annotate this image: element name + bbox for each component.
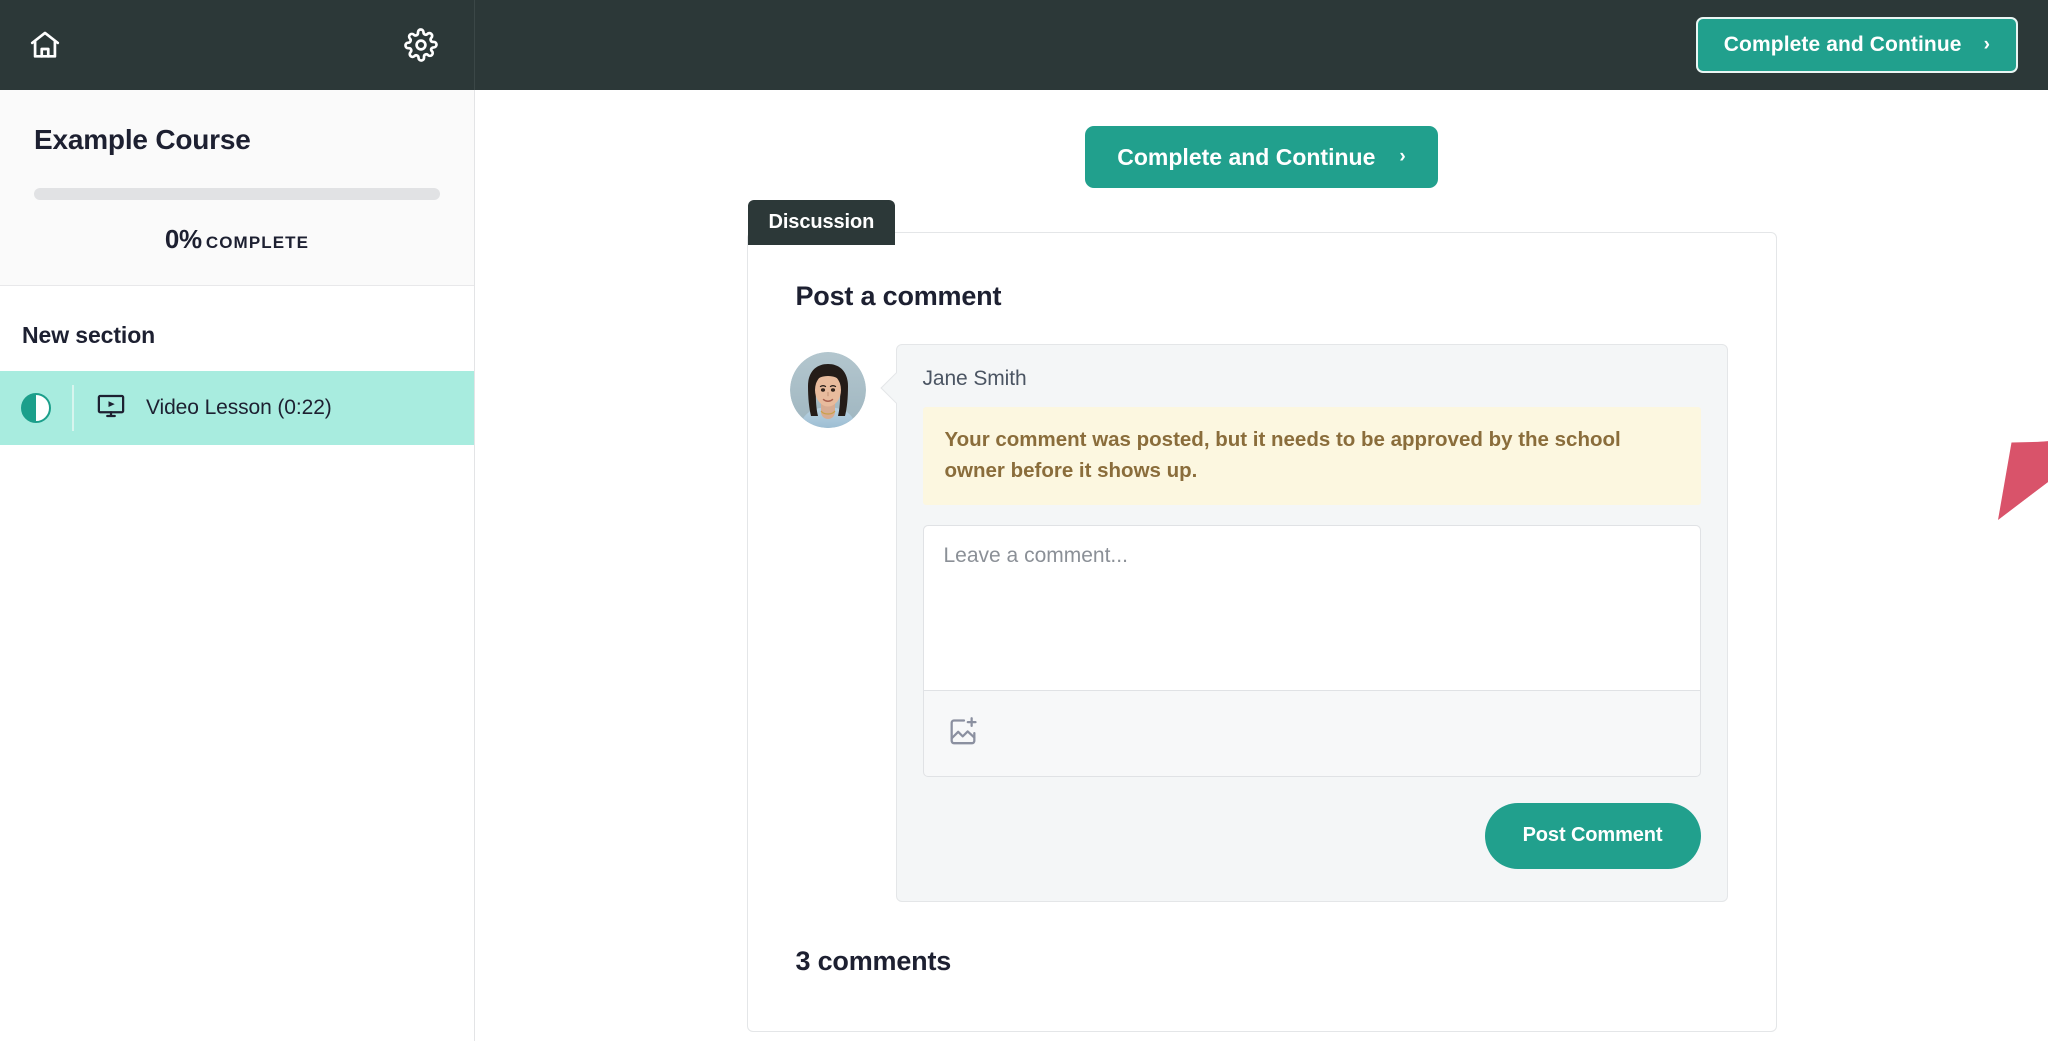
topbar-right-group: Complete and Continue › [475,0,2048,90]
course-progress-bar [34,188,440,200]
course-progress-label: 0% COMPLETE [34,224,440,255]
complete-and-continue-label-top: Complete and Continue [1723,33,1962,56]
comment-composer: Jane Smith Your comment was posted, but … [748,312,1776,902]
tab-discussion[interactable]: Discussion [747,200,896,245]
post-a-comment-heading: Post a comment [795,281,1002,311]
red-pointer-arrow [1955,215,2048,535]
topbar-left-group [0,0,475,90]
half-circle-progress-icon [21,393,51,423]
course-progress-word: COMPLETE [205,233,310,252]
complete-continue-row: Complete and Continue › [475,126,2048,188]
course-header: Example Course 0% COMPLETE [0,90,474,286]
chevron-right-icon: › [1983,33,1990,55]
comment-input[interactable] [923,525,1700,691]
top-navigation-bar: Complete and Continue › [0,0,2048,90]
add-image-icon[interactable] [946,714,980,753]
discussion-card: Discussion Post a comment Jane Smith You… [746,200,1777,1032]
sidebar-item-video-lesson[interactable]: Video Lesson (0:22) [0,371,474,445]
comment-author-name: Jane Smith [922,367,1027,390]
comment-bubble: Jane Smith Your comment was posted, but … [895,344,1728,902]
comments-count: 3 comments [795,945,952,976]
complete-and-continue-button-main[interactable]: Complete and Continue › [1085,126,1438,188]
comment-input-shell [922,524,1701,777]
page-body: Example Course 0% COMPLETE New section V… [0,90,2048,1041]
comment-bubble-wrap: Jane Smith Your comment was posted, but … [879,344,1728,902]
complete-and-continue-label-main: Complete and Continue [1117,143,1376,170]
lesson-main-content: Complete and Continue › Discussion Post … [475,90,2048,1041]
post-comment-row: Post Comment [923,802,1701,869]
course-title: Example Course [34,124,251,155]
pending-approval-alert: Your comment was posted, but it needs to… [922,407,1701,505]
gear-icon[interactable] [398,22,444,68]
lesson-status-wrap [0,393,72,423]
comment-toolbar [924,691,1700,776]
sidebar-section-title: New section [22,322,156,348]
avatar [789,352,866,428]
sidebar-item-label: Video Lesson (0:22) [146,396,332,419]
course-progress-percent: 0% [164,224,202,254]
video-lesson-icon [96,391,126,426]
lesson-main: Video Lesson (0:22) [74,391,332,426]
complete-and-continue-button-top[interactable]: Complete and Continue › [1695,17,2018,73]
course-sidebar: Example Course 0% COMPLETE New section V… [0,90,475,1041]
post-comment-button[interactable]: Post Comment [1484,802,1701,869]
chevron-right-icon: › [1399,145,1406,167]
home-icon[interactable] [22,22,68,68]
course-player-page: Complete and Continue › Example Course 0… [0,0,2048,1041]
